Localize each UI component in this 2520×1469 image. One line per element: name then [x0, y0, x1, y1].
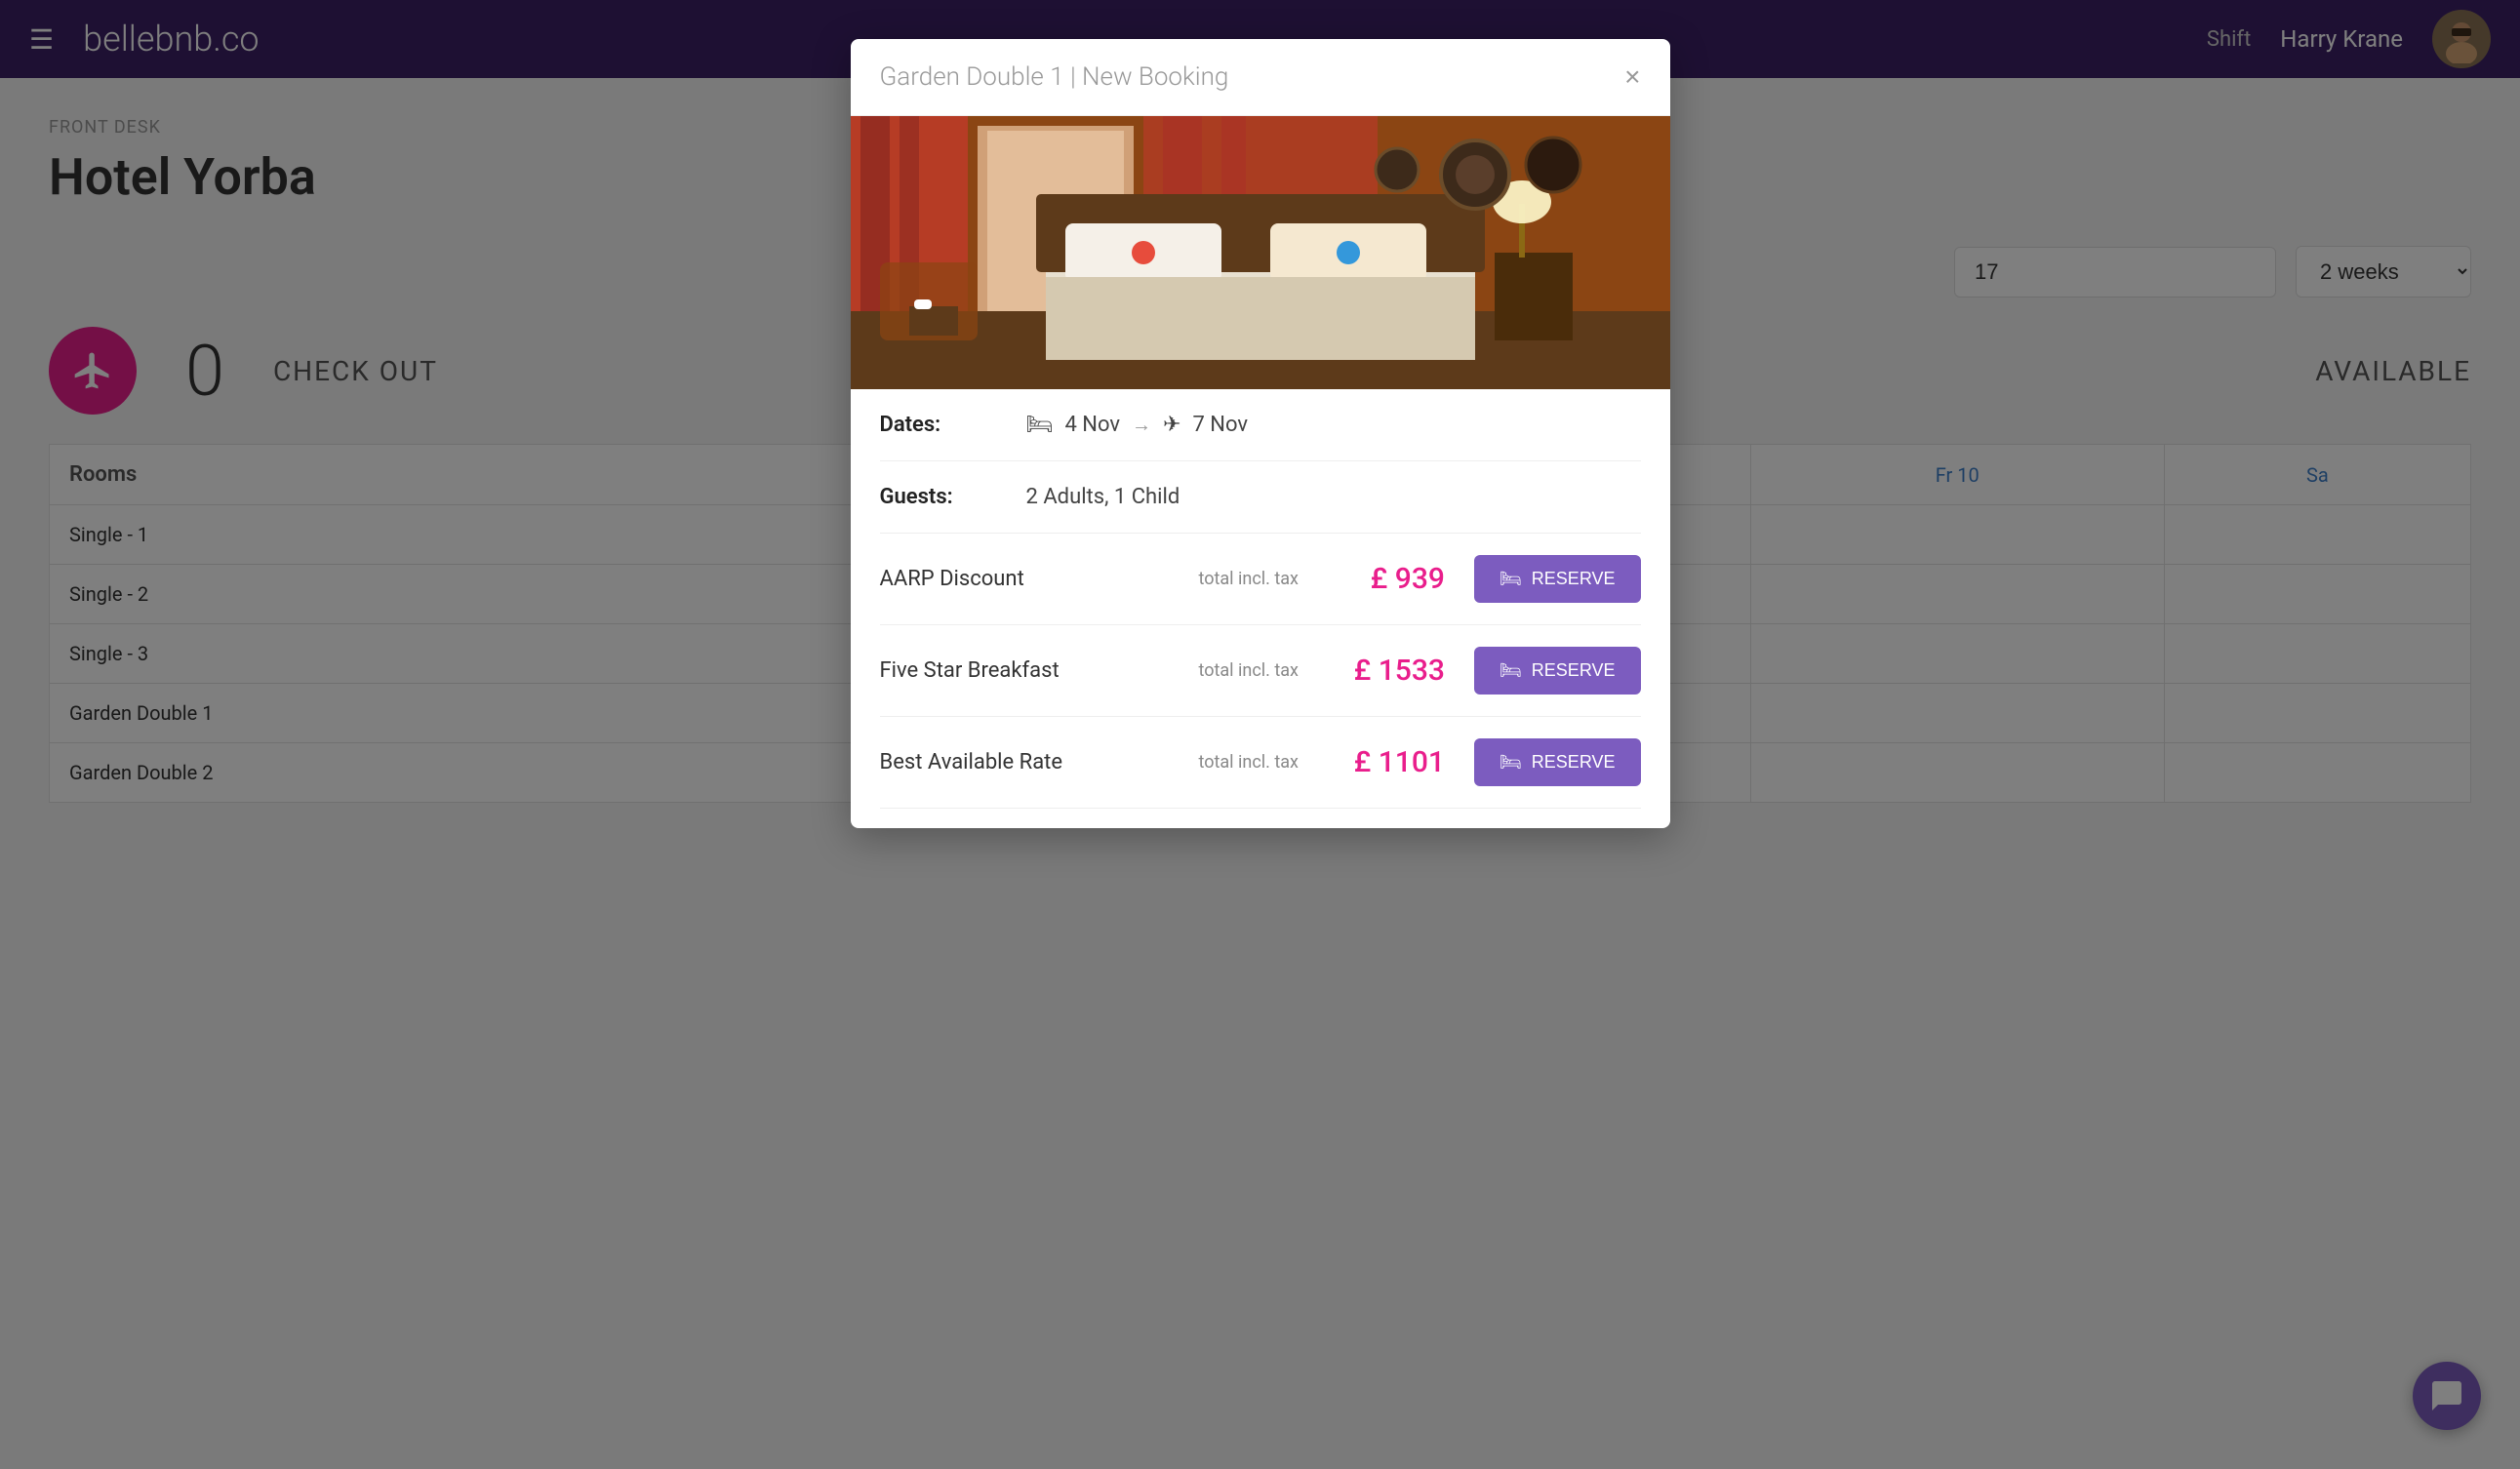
modal-booking-type: New Booking	[1082, 62, 1228, 92]
rate-tax-best: total incl. tax	[1199, 752, 1299, 773]
dates-label: Dates:	[880, 413, 1007, 437]
rate-row-breakfast: Five Star Breakfast total incl. tax £ 15…	[880, 625, 1641, 717]
rate-name-breakfast: Five Star Breakfast	[880, 658, 1189, 683]
checkout-date: 7 Nov	[1192, 413, 1248, 437]
reserve-label-breakfast: RESERVE	[1532, 660, 1616, 681]
guests-value: 2 Adults, 1 Child	[1026, 485, 1180, 509]
checkin-icon: 🛏	[1026, 413, 1054, 437]
room-image	[851, 116, 1670, 389]
reserve-bed-icon-breakfast: 🛏	[1500, 660, 1522, 681]
rate-price-breakfast: £ 1533	[1318, 654, 1445, 688]
rate-tax-aarp: total incl. tax	[1199, 569, 1299, 589]
guests-row: Guests: 2 Adults, 1 Child	[880, 461, 1641, 534]
modal-footer	[880, 809, 1641, 828]
rate-name-aarp: AARP Discount	[880, 567, 1189, 591]
modal-close-button[interactable]: ×	[1624, 63, 1640, 91]
reserve-button-best[interactable]: 🛏 RESERVE	[1474, 738, 1641, 786]
modal-title: Garden Double 1 | New Booking	[880, 62, 1229, 92]
reserve-label-best: RESERVE	[1532, 752, 1616, 773]
booking-modal: Garden Double 1 | New Booking ×	[851, 39, 1670, 828]
rate-row-best: Best Available Rate total incl. tax £ 11…	[880, 717, 1641, 809]
dates-value: 🛏 4 Nov → ✈ 7 Nov	[1026, 413, 1249, 437]
modal-body: Dates: 🛏 4 Nov → ✈ 7 Nov Guests: 2 Adult…	[851, 389, 1670, 828]
rate-name-best: Best Available Rate	[880, 750, 1189, 774]
rate-row-aarp: AARP Discount total incl. tax £ 939 🛏 RE…	[880, 534, 1641, 625]
reserve-button-breakfast[interactable]: 🛏 RESERVE	[1474, 647, 1641, 695]
reserve-bed-icon-aarp: 🛏	[1500, 569, 1522, 589]
rate-price-best: £ 1101	[1318, 745, 1445, 779]
modal-overlay[interactable]: Garden Double 1 | New Booking ×	[0, 0, 2520, 1469]
guests-label: Guests:	[880, 485, 1007, 509]
checkout-plane-icon: ✈	[1163, 413, 1180, 437]
dates-row: Dates: 🛏 4 Nov → ✈ 7 Nov	[880, 389, 1641, 461]
rate-price-aarp: £ 939	[1318, 562, 1445, 596]
reserve-label-aarp: RESERVE	[1532, 569, 1616, 589]
checkin-date: 4 Nov	[1064, 413, 1120, 437]
rate-tax-breakfast: total incl. tax	[1199, 660, 1299, 681]
modal-separator: |	[1064, 62, 1082, 92]
modal-header: Garden Double 1 | New Booking ×	[851, 39, 1670, 116]
dates-arrow: →	[1132, 413, 1151, 437]
modal-room-name: Garden Double 1	[880, 62, 1064, 92]
reserve-button-aarp[interactable]: 🛏 RESERVE	[1474, 555, 1641, 603]
reserve-bed-icon-best: 🛏	[1500, 752, 1522, 773]
